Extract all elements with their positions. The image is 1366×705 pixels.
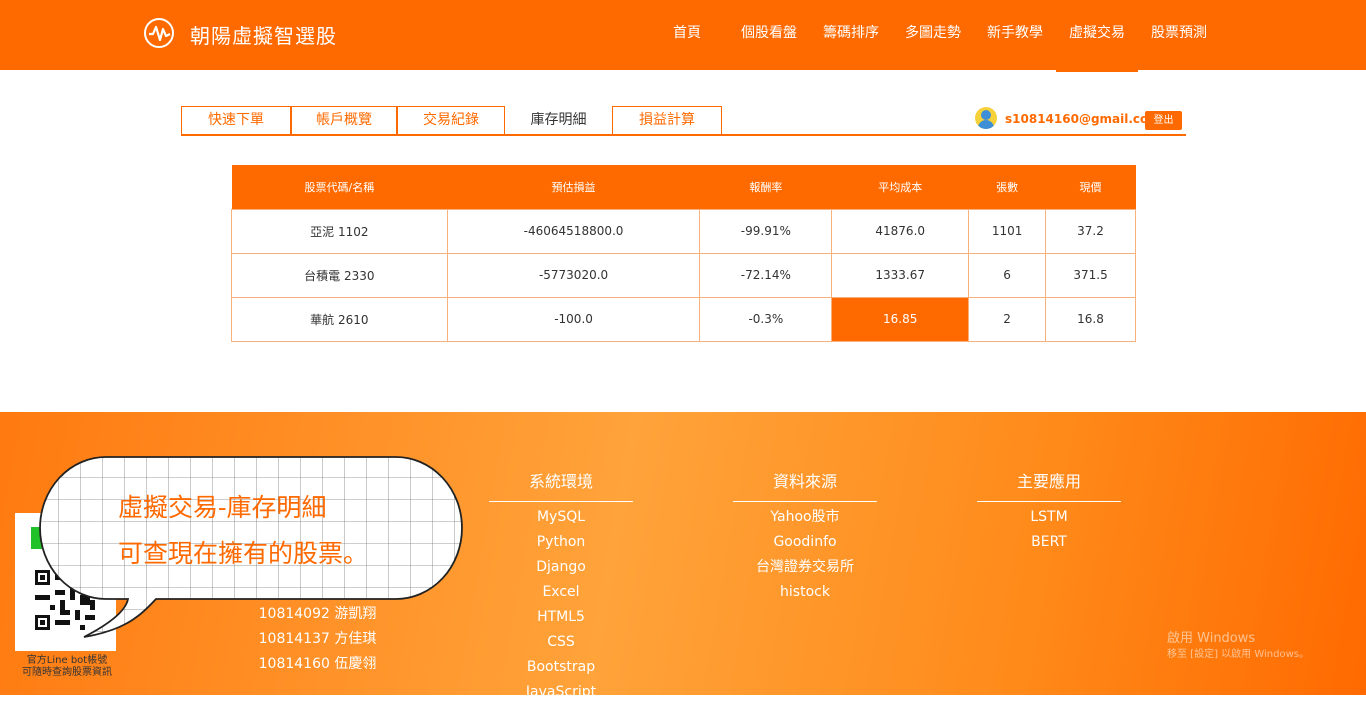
top-header: 朝陽虛擬智選股 首頁 個股看盤 籌碼排序 多圖走勢 新手教學 虛擬交易 股票預測 xyxy=(0,0,1366,72)
logout-button[interactable]: 登出 xyxy=(1145,111,1182,130)
cell-lots: 6 xyxy=(968,252,1047,298)
footer-link[interactable]: 台灣證券交易所 xyxy=(733,555,877,580)
user-avatar-icon xyxy=(975,107,997,129)
trading-tabs: 快速下單 帳戶概覽 交易紀錄 庫存明細 損益計算 xyxy=(181,106,722,135)
user-email: s10814160@gmail.com xyxy=(1005,112,1161,126)
footer-link[interactable]: Goodinfo xyxy=(733,530,877,555)
col-header-price: 現價 xyxy=(1045,165,1136,209)
nav-stock-prediction[interactable]: 股票預測 xyxy=(1138,0,1220,70)
col-header-return: 報酬率 xyxy=(699,165,832,209)
tab-trade-history[interactable]: 交易紀錄 xyxy=(397,106,505,135)
cell-est-pl: -46064518800.0 xyxy=(446,208,701,254)
windows-activation-hint: 移至 [設定] 以啟用 Windows。 xyxy=(1167,649,1309,660)
table-row[interactable]: 亞泥 1102 -46064518800.0 -99.91% 41876.0 1… xyxy=(231,208,1136,254)
tab-quick-order[interactable]: 快速下單 xyxy=(181,106,291,135)
bubble-line-2: 可查現在擁有的股票。 xyxy=(118,539,369,568)
cell-price: 371.5 xyxy=(1045,252,1136,298)
bubble-text: 虛擬交易-庫存明細 可查現在擁有的股票。 xyxy=(118,485,368,577)
footer-link[interactable]: Yahoo股市 xyxy=(733,505,877,530)
footer-col-data-source: 資料來源 Yahoo股市 Goodinfo 台灣證券交易所 histock xyxy=(733,470,877,605)
tab-account-overview[interactable]: 帳戶概覽 xyxy=(291,106,397,135)
cell-lots: 2 xyxy=(968,296,1047,342)
cell-price: 37.2 xyxy=(1045,208,1136,254)
brand-name[interactable]: 朝陽虛擬智選股 xyxy=(190,20,337,49)
team-member: 10814160 伍慶翎 xyxy=(258,656,377,672)
cell-lots: 1101 xyxy=(968,208,1047,254)
cell-return: -99.91% xyxy=(699,208,833,254)
nav-stock-watch[interactable]: 個股看盤 xyxy=(728,0,810,70)
inventory-table: 股票代碼/名稱 預估損益 報酬率 平均成本 張數 現價 亞泥 1102 -460… xyxy=(231,165,1136,342)
nav-multi-chart[interactable]: 多圖走勢 xyxy=(892,0,974,70)
nav-chip-ranking[interactable]: 籌碼排序 xyxy=(810,0,892,70)
tab-inventory-detail[interactable]: 庫存明細 xyxy=(505,106,612,135)
col-header-stock: 股票代碼/名稱 xyxy=(231,165,448,209)
cell-stock: 亞泥 1102 xyxy=(231,208,448,254)
cell-est-pl: -100.0 xyxy=(446,296,701,342)
footer-link[interactable]: MySQL xyxy=(489,505,633,530)
footer-link[interactable]: histock xyxy=(733,580,877,605)
table-row[interactable]: 華航 2610 -100.0 -0.3% 16.85 2 16.8 xyxy=(231,296,1136,342)
windows-activation-watermark: 啟用 Windows xyxy=(1167,631,1256,646)
table-row[interactable]: 台積電 2330 -5773020.0 -72.14% 1333.67 6 37… xyxy=(231,252,1136,298)
col-header-lots: 張數 xyxy=(968,165,1046,209)
bubble-line-1: 虛擬交易-庫存明細 xyxy=(118,493,327,522)
cell-return: -72.14% xyxy=(699,252,833,298)
footer-col-title: 主要應用 xyxy=(977,470,1121,502)
footer-link[interactable]: BERT xyxy=(977,530,1121,555)
col-header-est-pl: 預估損益 xyxy=(447,165,700,209)
cell-stock: 華航 2610 xyxy=(231,296,448,342)
nav-home[interactable]: 首頁 xyxy=(660,0,714,70)
footer-link[interactable]: LSTM xyxy=(977,505,1121,530)
footer-link[interactable]: Excel xyxy=(489,580,633,605)
footer-col-system: 系統環境 MySQL Python Django Excel HTML5 CSS… xyxy=(489,470,633,705)
logo-icon[interactable] xyxy=(144,18,174,48)
cell-est-pl: -5773020.0 xyxy=(446,252,701,298)
qr-caption: 官方Line bot帳號 可隨時查詢股票資訊 xyxy=(8,655,126,679)
qr-caption-line-1: 官方Line bot帳號 xyxy=(26,655,108,666)
footer-link[interactable]: HTML5 xyxy=(489,605,633,630)
footer-col-applications: 主要應用 LSTM BERT xyxy=(977,470,1121,555)
footer-link[interactable]: Python xyxy=(489,530,633,555)
footer-link[interactable]: Django xyxy=(489,555,633,580)
cell-return: -0.3% xyxy=(699,296,833,342)
cell-avg-cost: 1333.67 xyxy=(831,252,970,298)
footer-link[interactable]: CSS xyxy=(489,630,633,655)
main-nav: 首頁 個股看盤 籌碼排序 多圖走勢 新手教學 虛擬交易 股票預測 xyxy=(660,0,1220,72)
nav-tutorial[interactable]: 新手教學 xyxy=(974,0,1056,70)
footer-col-title: 資料來源 xyxy=(733,470,877,502)
cell-stock: 台積電 2330 xyxy=(231,252,448,298)
tab-profit-calculation[interactable]: 損益計算 xyxy=(612,106,722,135)
table-header-row: 股票代碼/名稱 預估損益 報酬率 平均成本 張數 現價 xyxy=(231,165,1136,209)
cell-avg-cost-highlighted: 16.85 xyxy=(831,296,970,342)
tabs-divider xyxy=(181,134,1186,136)
footer-link[interactable]: Bootstrap xyxy=(489,655,633,680)
col-header-avg-cost: 平均成本 xyxy=(831,165,969,209)
qr-caption-line-2: 可隨時查詢股票資訊 xyxy=(22,667,112,678)
footer-col-title: 系統環境 xyxy=(489,470,633,502)
footer-link[interactable]: JavaScript xyxy=(489,680,633,705)
cell-avg-cost: 41876.0 xyxy=(831,208,970,254)
nav-virtual-trading[interactable]: 虛擬交易 xyxy=(1056,0,1138,72)
cell-price: 16.8 xyxy=(1045,296,1136,342)
